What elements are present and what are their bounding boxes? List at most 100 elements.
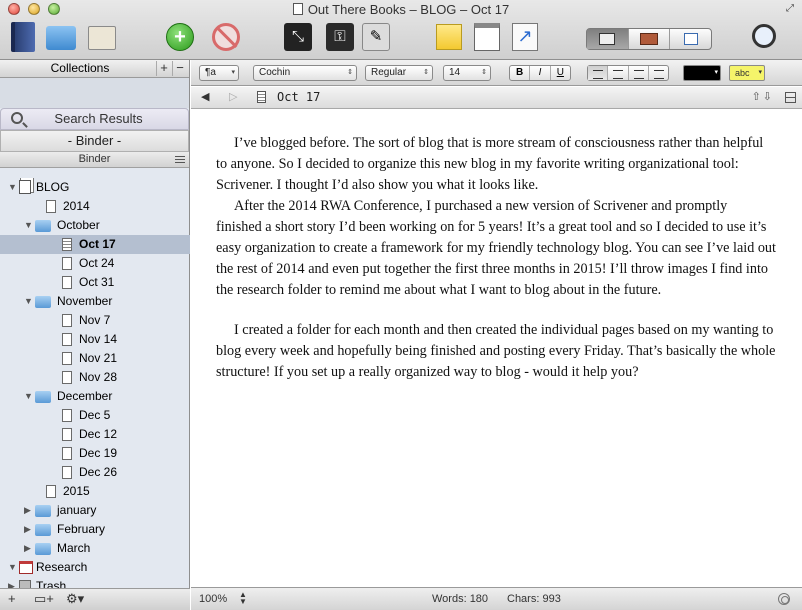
split-editor-icon[interactable] bbox=[785, 92, 796, 103]
binder-item[interactable]: ▼ November bbox=[0, 292, 190, 311]
binder-item[interactable]: Nov 21 bbox=[0, 349, 190, 368]
word-count: Words: 180 bbox=[432, 593, 489, 605]
add-folder-button[interactable]: ▭+ bbox=[34, 591, 54, 607]
binder-toggle-button[interactable] bbox=[8, 20, 38, 54]
highlight-color-well[interactable]: abc ▾ bbox=[729, 65, 765, 81]
binder-sidebar: Collections + − Search Results - Binder … bbox=[0, 60, 190, 610]
add-document-button[interactable]: + bbox=[166, 20, 204, 54]
view-mode-button[interactable] bbox=[88, 20, 126, 54]
zoom-level[interactable]: 100% bbox=[199, 593, 227, 605]
back-button[interactable]: ◀ bbox=[201, 90, 209, 103]
collections-header: Collections + − bbox=[0, 60, 189, 78]
binder-item[interactable]: Oct 31 bbox=[0, 273, 190, 292]
binder-item[interactable]: Oct 17 bbox=[0, 235, 190, 254]
binder-item[interactable]: Dec 12 bbox=[0, 425, 190, 444]
disclosure-expanded-icon[interactable]: ▼ bbox=[24, 387, 33, 406]
binder-item[interactable]: ▼ October bbox=[0, 216, 190, 235]
window-icon bbox=[474, 23, 500, 51]
binder-item-label: Oct 17 bbox=[79, 237, 116, 251]
target-icon[interactable] bbox=[778, 593, 790, 605]
search-button[interactable] bbox=[752, 24, 788, 52]
disclosure-collapsed-icon[interactable]: ▶ bbox=[24, 539, 31, 558]
underline-button[interactable]: U bbox=[551, 66, 570, 80]
binder-collection-tab[interactable]: - Binder - bbox=[0, 130, 189, 152]
document-icon[interactable] bbox=[257, 91, 266, 103]
bold-button[interactable]: B bbox=[510, 66, 531, 80]
document-icon bbox=[46, 485, 56, 498]
remove-collection-button[interactable]: − bbox=[172, 61, 187, 76]
forward-button[interactable]: ▷ bbox=[229, 90, 237, 103]
corkboard-icon bbox=[640, 33, 658, 45]
gear-icon[interactable]: ⚙▾ bbox=[66, 591, 84, 607]
binder-item[interactable]: ▶ january bbox=[0, 501, 190, 520]
add-collection-button[interactable]: + bbox=[156, 61, 171, 76]
font-size-select[interactable]: 14 ⇕ bbox=[443, 65, 491, 81]
binder-item[interactable]: Nov 14 bbox=[0, 330, 190, 349]
binder-item-label: 2015 bbox=[63, 484, 90, 498]
font-family-select[interactable]: Cochin ⇕ bbox=[253, 65, 357, 81]
quick-reference-button[interactable] bbox=[474, 20, 506, 54]
previous-next-document-buttons[interactable]: ⇧⇩ bbox=[752, 90, 774, 103]
binder-item[interactable]: Dec 26 bbox=[0, 463, 190, 482]
disclosure-expanded-icon[interactable]: ▼ bbox=[8, 178, 17, 197]
document-proxy-icon[interactable] bbox=[292, 3, 303, 15]
compose-mode-button[interactable]: ⤡ bbox=[284, 20, 316, 54]
binder-menu-icon[interactable] bbox=[175, 156, 185, 163]
collections-button[interactable] bbox=[46, 20, 80, 54]
disclosure-expanded-icon[interactable]: ▼ bbox=[8, 558, 17, 577]
binder-item-label: Dec 19 bbox=[79, 446, 118, 460]
binder-item[interactable]: ▶ March bbox=[0, 539, 190, 558]
font-face-select[interactable]: Regular ⇕ bbox=[365, 65, 433, 81]
search-results-label: Search Results bbox=[54, 111, 143, 126]
binder-item[interactable]: ▼ December bbox=[0, 387, 190, 406]
binder-item[interactable]: Nov 28 bbox=[0, 368, 190, 387]
disclosure-expanded-icon[interactable]: ▼ bbox=[24, 216, 33, 235]
text-editor[interactable]: I’ve blogged before. The sort of blog th… bbox=[191, 110, 802, 586]
sticky-note-icon bbox=[436, 24, 462, 50]
outline-view-button[interactable] bbox=[670, 29, 711, 49]
quick-reference-note-button[interactable] bbox=[436, 20, 468, 54]
align-justify-button[interactable] bbox=[649, 66, 668, 80]
snapshot-button[interactable]: ↗ bbox=[512, 20, 544, 54]
align-left-button[interactable] bbox=[588, 66, 609, 80]
scrivenings-view-button[interactable] bbox=[587, 29, 629, 49]
keywords-button[interactable]: ⚿ bbox=[326, 20, 358, 54]
binder-item[interactable]: Dec 5 bbox=[0, 406, 190, 425]
collections-folder-icon bbox=[46, 26, 76, 50]
text-color-well[interactable]: ▾ bbox=[683, 65, 721, 81]
document-body[interactable]: I’ve blogged before. The sort of blog th… bbox=[216, 133, 776, 383]
italic-button[interactable]: I bbox=[530, 66, 551, 80]
binder-item[interactable]: Oct 24 bbox=[0, 254, 190, 273]
char-count: Chars: 993 bbox=[507, 593, 561, 605]
binder-item[interactable]: ▼ BLOG bbox=[0, 178, 190, 197]
binder-header-label: Binder bbox=[78, 153, 111, 165]
binder-item-label: Research bbox=[36, 560, 88, 574]
font-size-value: 14 bbox=[449, 67, 461, 78]
document-icon bbox=[62, 428, 72, 441]
paragraph-style-select[interactable]: ¶a ▾ bbox=[199, 65, 239, 81]
corkboard-view-button[interactable] bbox=[629, 29, 671, 49]
binder-item[interactable]: ▼ Research bbox=[0, 558, 190, 577]
add-item-button[interactable]: + bbox=[8, 591, 16, 606]
binder-item[interactable]: 2014 bbox=[0, 197, 190, 216]
search-results-collection[interactable]: Search Results bbox=[0, 108, 189, 130]
binder-item[interactable]: Nov 7 bbox=[0, 311, 190, 330]
disclosure-collapsed-icon[interactable]: ▶ bbox=[24, 501, 31, 520]
disclosure-expanded-icon[interactable]: ▼ bbox=[24, 292, 33, 311]
inspector-button[interactable]: ✎ bbox=[362, 20, 394, 54]
key-icon: ⚿ bbox=[326, 23, 354, 51]
zoom-stepper-icon[interactable]: ▲ ▼ bbox=[239, 591, 247, 606]
align-center-button[interactable] bbox=[608, 66, 629, 80]
align-right-button[interactable] bbox=[629, 66, 649, 80]
document-title[interactable]: Oct 17 bbox=[277, 90, 320, 104]
binder-item[interactable]: ▶ February bbox=[0, 520, 190, 539]
folder-icon bbox=[35, 391, 51, 403]
fullscreen-icon[interactable]: ⤢ bbox=[786, 4, 796, 14]
binder-item[interactable]: Dec 19 bbox=[0, 444, 190, 463]
move-to-trash-button[interactable] bbox=[212, 20, 244, 54]
binder-item[interactable]: 2015 bbox=[0, 482, 190, 501]
collections-spacer bbox=[0, 78, 189, 108]
research-icon bbox=[19, 561, 33, 574]
disclosure-collapsed-icon[interactable]: ▶ bbox=[24, 520, 31, 539]
paragraph: I’ve blogged before. The sort of blog th… bbox=[216, 135, 764, 193]
